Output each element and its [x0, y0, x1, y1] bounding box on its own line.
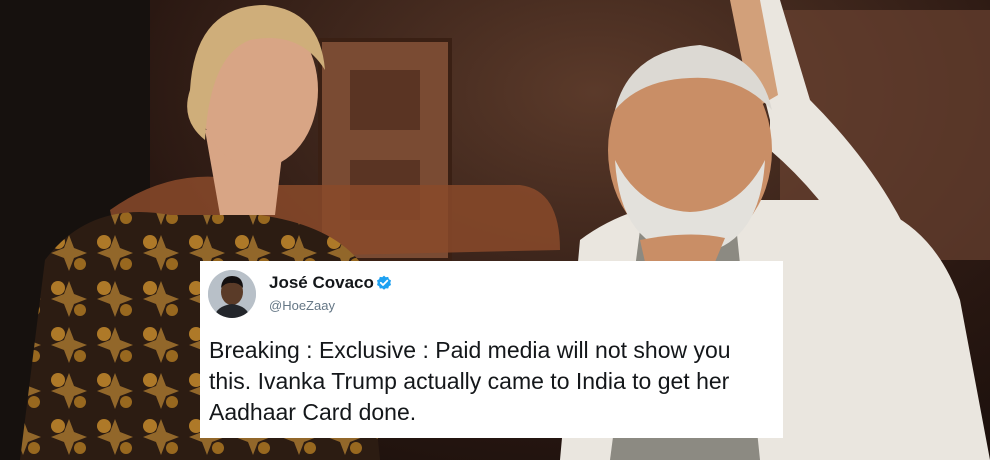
tweet-card[interactable]: José Covaco @HoeZaay Breaking : Exclusiv…	[200, 261, 783, 438]
author-avatar[interactable]	[208, 270, 256, 318]
verified-badge-icon	[377, 275, 391, 290]
tweet-text: Breaking : Exclusive : Paid media will n…	[209, 337, 731, 425]
author-handle[interactable]: @HoeZaay	[269, 298, 335, 313]
author-name[interactable]: José Covaco	[269, 273, 374, 293]
news-image: José Covaco @HoeZaay Breaking : Exclusiv…	[0, 0, 990, 460]
